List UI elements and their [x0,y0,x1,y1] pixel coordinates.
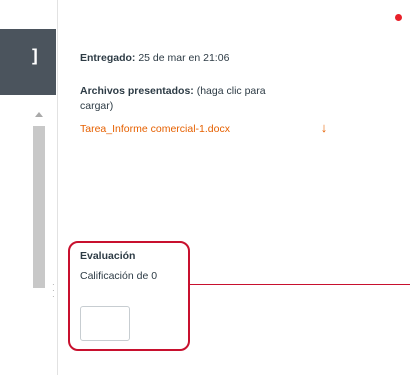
callout-line [190,284,410,285]
submitted-value: 25 de mar en 21:06 [135,52,230,64]
panel-divider [57,0,58,375]
scrollbar-thumb[interactable] [33,126,45,288]
download-arrow-icon[interactable]: ↓ [318,120,330,136]
submitted-file-link[interactable]: Tarea_Informe comercial-1.docx [80,123,230,135]
evaluation-title: Evaluación [80,250,136,262]
submitted-date: Entregado: 25 de mar en 21:06 [80,52,229,64]
expand-panel-icon[interactable]: ] [27,47,43,67]
scroll-up-arrow-icon[interactable] [35,112,43,117]
submitted-files-heading: Archivos presentados: (haga clic para ca… [80,84,280,114]
files-label: Archivos presentados: [80,85,194,97]
submission-panel: ] · · · Entregado: 25 de mar en 21:06 Arch… [0,0,410,375]
submitted-label: Entregado: [80,52,136,64]
resize-handle-icon[interactable]: · · · [52,281,55,301]
notification-dot-icon [395,14,402,21]
evaluation-score-label: Calificación de 0 [80,270,158,282]
grade-input[interactable] [80,306,130,341]
